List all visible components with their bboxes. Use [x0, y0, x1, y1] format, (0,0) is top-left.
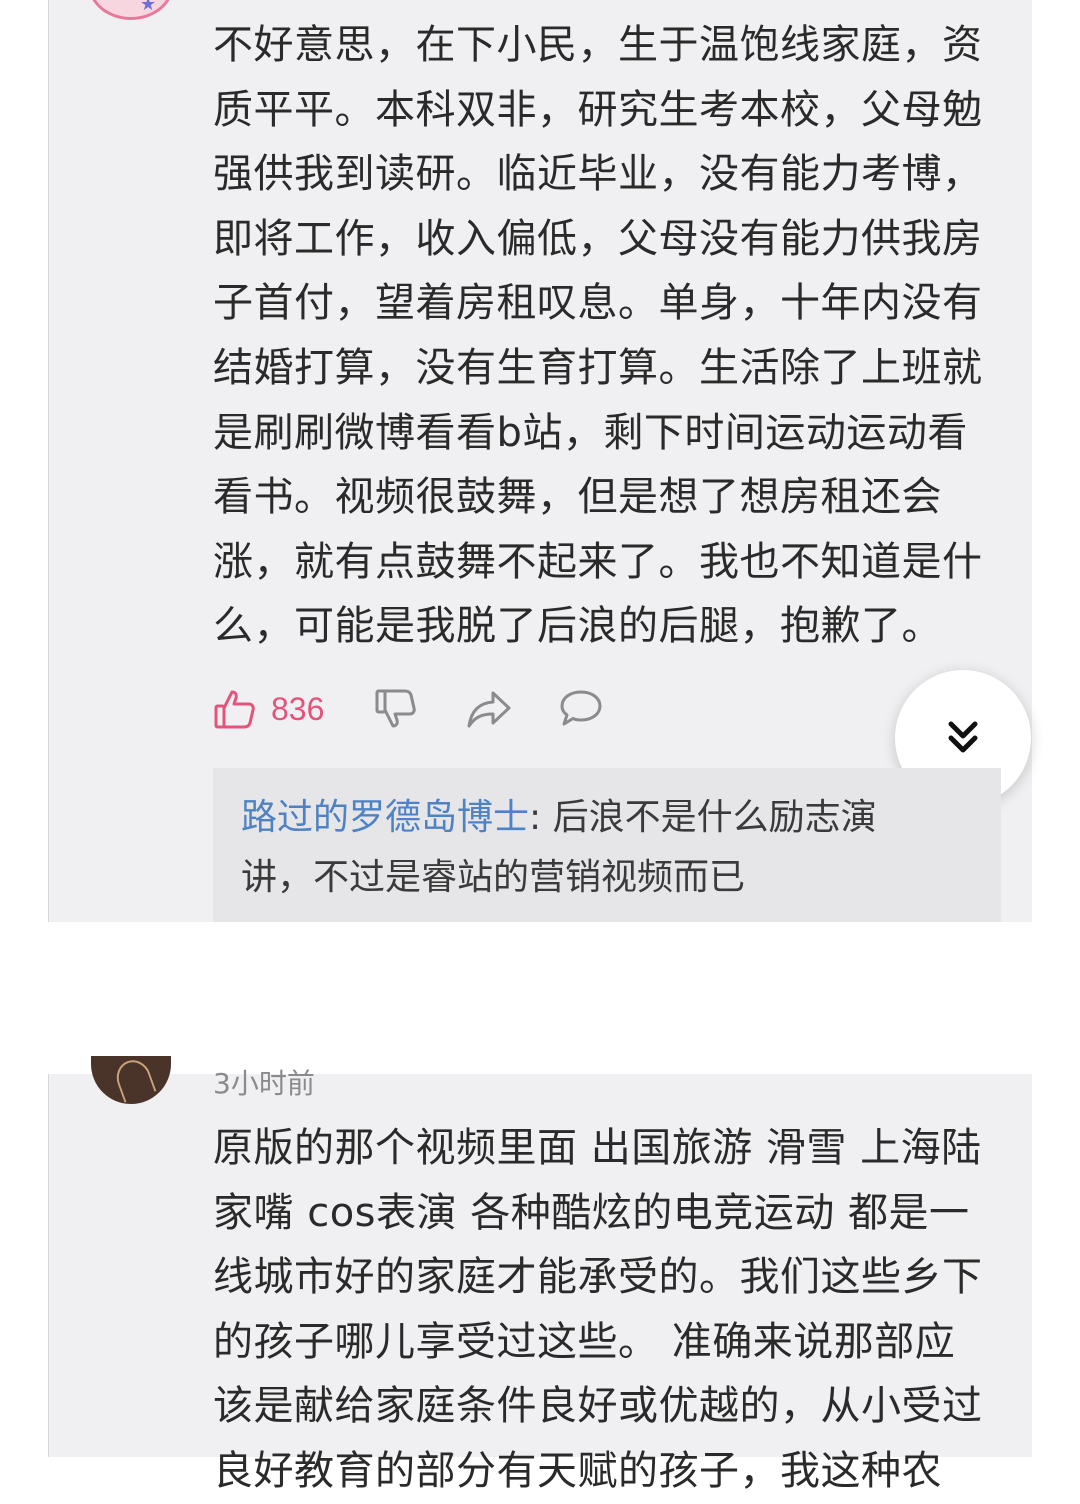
- comment-text: 原版的那个视频里面 出国旅游 滑雪 上海陆 家嘴 cos表演 各种酷炫的电竞运动…: [213, 1125, 983, 1494]
- reply-preview[interactable]: 路过的罗德岛博士: 后浪不是什么励志演 讲，不过是睿站的营销视频而已: [213, 768, 1001, 922]
- share-icon: [466, 687, 512, 731]
- like-button[interactable]: 836: [213, 687, 324, 731]
- reply-button[interactable]: [558, 687, 604, 731]
- reply-author[interactable]: 路过的罗德岛博士: [241, 797, 529, 838]
- star-icon: ★: [140, 0, 157, 15]
- share-button[interactable]: [466, 687, 512, 731]
- comment-actions: 836: [213, 684, 604, 734]
- double-chevron-down-icon: [945, 718, 981, 758]
- reply-separator: :: [529, 797, 553, 838]
- comment-text: 不好意思，在下小民，生于温饱线家庭，资 质平平。本科双非，研究生考本校，父母勉 …: [213, 22, 983, 650]
- comment-icon: [558, 687, 604, 731]
- dislike-button[interactable]: [374, 687, 418, 731]
- comment-time: 3小时前: [213, 1067, 315, 1100]
- thumbs-up-icon: [213, 687, 257, 731]
- like-count: 836: [271, 690, 325, 727]
- thumbs-down-icon: [374, 687, 418, 731]
